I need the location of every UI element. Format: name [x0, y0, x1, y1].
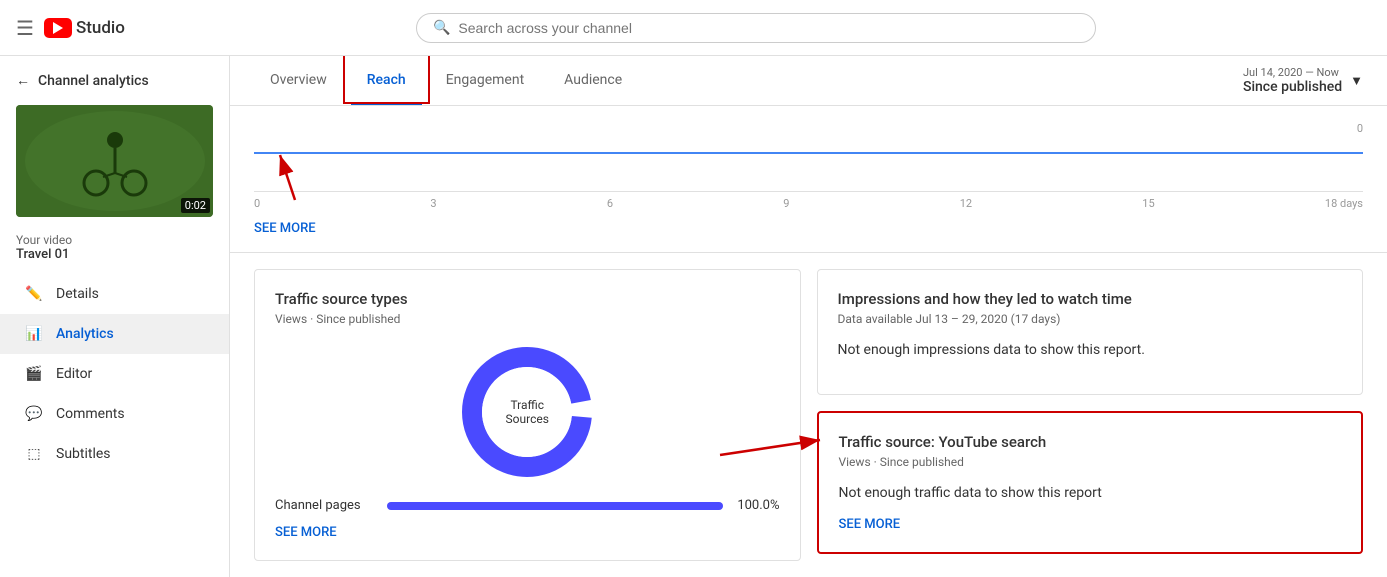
donut-container: TrafficSources — [275, 342, 780, 482]
progress-bar-fill — [387, 502, 723, 510]
sidebar-label-details: Details — [56, 286, 99, 302]
impressions-subtitle: Data available Jul 13 – 29, 2020 (17 day… — [838, 312, 1343, 326]
tab-audience-label: Audience — [564, 72, 622, 88]
sidebar-item-subtitles[interactable]: ⬚ Subtitles — [0, 434, 229, 474]
tab-overview-label: Overview — [270, 72, 327, 88]
chart-baseline — [254, 191, 1363, 192]
yt-search-no-data: Not enough traffic data to show this rep… — [839, 485, 1342, 501]
main-content: Overview Reach Engagement Audience Jul 1… — [230, 56, 1387, 577]
video-duration: 0:02 — [181, 198, 210, 213]
chart-x-labels: 0 3 6 9 12 15 18 days — [254, 197, 1363, 210]
chart-container: 0 0 3 6 9 12 15 18 days — [254, 122, 1363, 192]
comments-icon: 💬 — [24, 406, 44, 422]
sidebar-back[interactable]: ← Channel analytics — [0, 56, 229, 97]
menu-icon[interactable]: ☰ — [16, 16, 34, 40]
search-bar[interactable]: 🔍 — [416, 13, 1096, 43]
sidebar-label-analytics: Analytics — [56, 326, 114, 342]
header: ☰ Studio 🔍 — [0, 0, 1387, 56]
cards-grid: Traffic source types Views · Since publi… — [230, 253, 1387, 577]
sidebar-back-label: Channel analytics — [38, 73, 149, 89]
sidebar-label-subtitles: Subtitles — [56, 446, 111, 462]
yt-icon — [44, 18, 72, 38]
impressions-card: Impressions and how they led to watch ti… — [817, 269, 1364, 395]
chart-line — [254, 152, 1363, 154]
date-range-text: Jul 14, 2020 — Now — [1243, 66, 1342, 79]
sidebar-label-editor: Editor — [56, 366, 92, 382]
subtitles-icon: ⬚ — [24, 446, 44, 462]
video-image: 0:02 — [16, 105, 213, 217]
traffic-source-card: Traffic source types Views · Since publi… — [254, 269, 801, 561]
video-thumbnail: 0:02 — [16, 105, 213, 217]
tab-engagement-label: Engagement — [446, 72, 524, 88]
layout: ← Channel analytics — [0, 56, 1387, 577]
search-icon: 🔍 — [433, 20, 450, 36]
tab-engagement[interactable]: Engagement — [430, 56, 540, 105]
sidebar-item-details[interactable]: ✏️ Details — [0, 274, 229, 314]
impressions-title: Impressions and how they led to watch ti… — [838, 290, 1343, 308]
chart-area: 0 0 3 6 9 12 15 18 days SEE MORE — [230, 106, 1387, 253]
traffic-yt-search-card: Traffic source: YouTube search Views · S… — [817, 411, 1364, 554]
traffic-source-see-more[interactable]: SEE MORE — [275, 525, 780, 540]
tabs-bar: Overview Reach Engagement Audience Jul 1… — [230, 56, 1387, 106]
tab-overview[interactable]: Overview — [254, 56, 343, 105]
right-column: Impressions and how they led to watch ti… — [817, 269, 1364, 561]
tab-reach-label: Reach — [367, 72, 406, 88]
yt-search-subtitle: Views · Since published — [839, 455, 1342, 469]
progress-label: Channel pages — [275, 498, 375, 513]
back-arrow-icon: ← — [16, 72, 30, 89]
impressions-no-data: Not enough impressions data to show this… — [838, 342, 1343, 358]
youtube-logo: Studio — [44, 18, 125, 38]
chart-see-more[interactable]: SEE MORE — [254, 221, 316, 236]
sidebar-item-analytics[interactable]: 📊 Analytics — [0, 314, 229, 354]
sidebar-nav: ✏️ Details 📊 Analytics 🎬 Editor 💬 Commen… — [0, 274, 229, 474]
details-icon: ✏️ — [24, 286, 44, 302]
donut-chart: TrafficSources — [457, 342, 597, 482]
sidebar-item-comments[interactable]: 💬 Comments — [0, 394, 229, 434]
sidebar-label-comments: Comments — [56, 406, 125, 422]
traffic-source-title: Traffic source types — [275, 290, 780, 308]
date-filter[interactable]: Jul 14, 2020 — Now Since published ▼ — [1243, 66, 1363, 95]
editor-icon: 🎬 — [24, 366, 44, 382]
yt-search-see-more[interactable]: SEE MORE — [839, 517, 1342, 532]
donut-center-text: TrafficSources — [506, 398, 549, 426]
video-name: Travel 01 — [16, 247, 213, 262]
tab-audience[interactable]: Audience — [548, 56, 638, 105]
search-input[interactable] — [458, 20, 1079, 36]
tab-reach[interactable]: Reach — [351, 56, 422, 105]
chart-y-label: 0 — [1357, 122, 1363, 135]
video-info: Your video Travel 01 — [0, 225, 229, 274]
progress-row-channel-pages: Channel pages 100.0% — [275, 498, 780, 513]
video-label: Your video — [16, 233, 213, 247]
date-period-text: Since published — [1243, 79, 1342, 95]
header-left: ☰ Studio — [16, 16, 125, 40]
studio-label: Studio — [76, 18, 125, 38]
progress-pct: 100.0% — [735, 498, 780, 513]
traffic-source-subtitle: Views · Since published — [275, 312, 780, 326]
progress-bar-bg — [387, 502, 723, 510]
analytics-icon: 📊 — [24, 326, 44, 342]
sidebar-item-editor[interactable]: 🎬 Editor — [0, 354, 229, 394]
sidebar: ← Channel analytics — [0, 56, 230, 577]
chevron-down-icon: ▼ — [1350, 73, 1363, 89]
donut-center: TrafficSources — [482, 367, 572, 457]
yt-search-title: Traffic source: YouTube search — [839, 433, 1342, 451]
